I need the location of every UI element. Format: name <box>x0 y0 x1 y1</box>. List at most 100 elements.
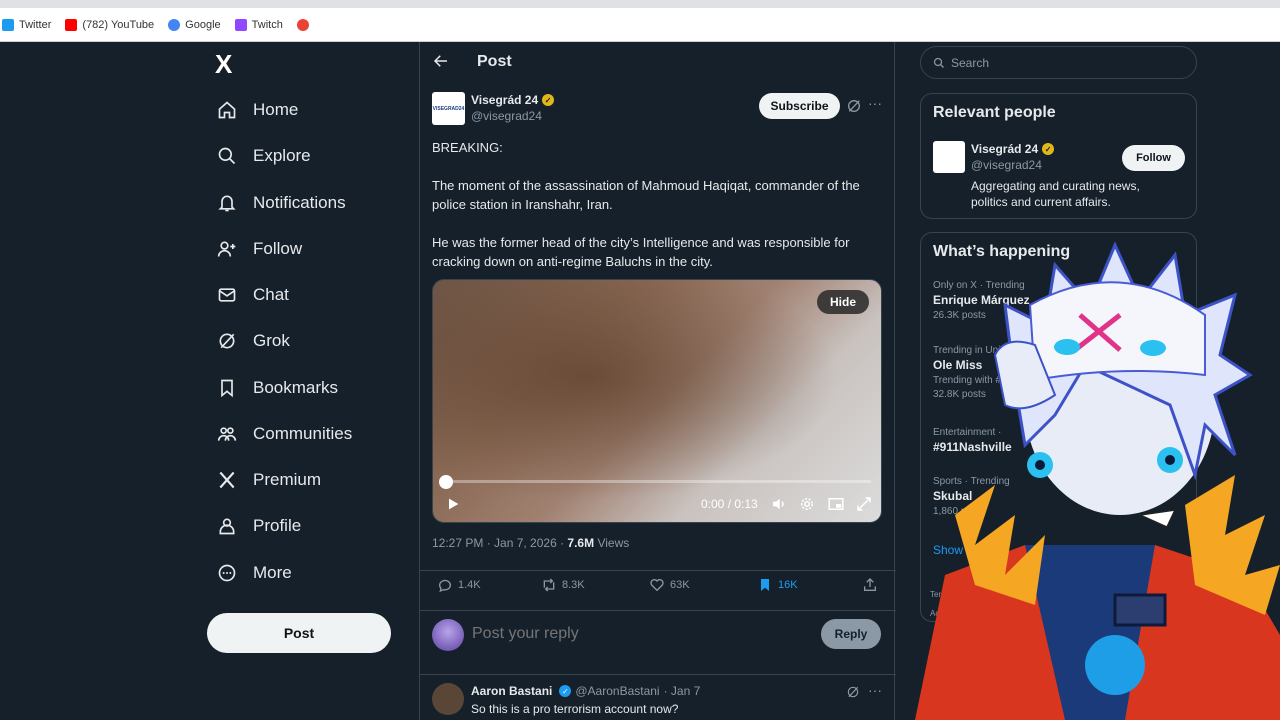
nav-item-chat[interactable]: Chat <box>215 279 289 311</box>
share-action[interactable] <box>862 577 883 593</box>
author-handle[interactable]: @visegrad24 <box>471 109 542 123</box>
bookmark-youtube[interactable]: (782) YouTube <box>65 18 155 31</box>
timestamp-text[interactable]: 12:27 PM · Jan 7, 2026 · <box>432 536 567 550</box>
repost-count: 8.3K <box>562 579 585 591</box>
views-count: 7.6M <box>567 536 595 550</box>
trend-item[interactable]: Sports · Trending Skubal 1,860 posts <box>933 476 1010 517</box>
bookmark-label: Twitter <box>19 18 52 31</box>
trend-name: Skubal <box>933 489 973 503</box>
bookmarks-bar: Twitter (782) YouTube Google Twitch <box>0 8 1280 42</box>
reply-action[interactable]: 1.4K <box>437 577 481 593</box>
settings-gear-icon[interactable] <box>798 495 816 513</box>
left-navigation: X Home Explore Notifications Follow Chat… <box>205 42 415 720</box>
repost-action[interactable]: 8.3K <box>541 577 585 593</box>
bookmark-google[interactable]: Google <box>168 18 221 31</box>
twitter-icon <box>2 18 14 31</box>
show-more-link[interactable]: Show m <box>933 543 976 557</box>
trend-count: 1,860 posts <box>933 506 985 517</box>
reply-tweet[interactable]: Aaron Bastani ✓ @AaronBastani · Jan 7 So… <box>420 674 896 720</box>
fullscreen-icon[interactable] <box>855 495 873 513</box>
repost-icon <box>543 578 555 592</box>
reply-date: · Jan 7 <box>663 684 701 698</box>
nav-item-home[interactable]: Home <box>215 94 298 126</box>
back-arrow-icon[interactable] <box>432 52 452 72</box>
tweet-paragraph: The moment of the assassination of Mahmo… <box>432 178 860 212</box>
subscribe-button[interactable]: Subscribe <box>759 93 840 119</box>
trend-name: #911Nashville <box>933 440 1012 454</box>
avatar[interactable] <box>432 683 464 715</box>
terms-link[interactable]: Terms of <box>930 590 961 599</box>
whats-happening-panel: What’s happening Only on X · Trending En… <box>920 232 1197 622</box>
trend-item[interactable]: Only on X · Trending Enrique Márquez 26.… <box>933 280 1030 321</box>
follow-button[interactable]: Follow <box>1122 145 1185 171</box>
author-name[interactable]: Visegrád 24 ✓ <box>471 93 555 107</box>
nav-item-explore[interactable]: Explore <box>215 140 311 172</box>
twitch-icon <box>234 18 247 31</box>
video-progress-bar[interactable] <box>445 480 871 483</box>
avatar[interactable] <box>933 141 965 173</box>
more-options-icon[interactable]: ··· <box>868 95 882 111</box>
nav-item-profile[interactable]: Profile <box>215 510 301 542</box>
hide-media-button[interactable]: Hide <box>817 290 869 314</box>
trend-count: 32.8K posts <box>933 389 986 400</box>
video-scrubber-handle[interactable] <box>439 475 453 489</box>
search-placeholder: Search <box>951 55 990 70</box>
bookmark-twitch[interactable]: Twitch <box>234 18 283 31</box>
video-frame <box>433 280 881 522</box>
bookmark-google-2[interactable] <box>296 18 314 31</box>
nav-label: Profile <box>253 516 302 535</box>
relevant-bio: Aggregating and curating news, politics … <box>971 179 1140 209</box>
bookmark-action[interactable]: 16K <box>757 577 798 593</box>
accessibility-link[interactable]: Accessib <box>930 609 962 618</box>
bookmark-label: Google <box>185 18 221 31</box>
bookmark-label: (782) YouTube <box>82 18 155 31</box>
grok-icon[interactable] <box>846 98 862 114</box>
bookmark-filled-icon <box>761 579 769 591</box>
verified-blue-icon: ✓ <box>559 685 572 697</box>
nav-item-communities[interactable]: Communities <box>215 418 352 450</box>
nav-label: Follow <box>253 239 303 258</box>
nav-item-bookmarks[interactable]: Bookmarks <box>215 372 338 404</box>
nav-item-more[interactable]: More <box>215 557 292 589</box>
trend-item[interactable]: Trending in United Ole Miss Trending wit… <box>933 345 1014 400</box>
bookmark-twitter[interactable]: Twitter <box>2 18 52 31</box>
nav-label: Communities <box>253 424 353 443</box>
picture-in-picture-icon[interactable] <box>827 495 845 513</box>
video-player[interactable]: Hide 0:00 / 0:13 <box>432 279 882 523</box>
reply-author-handle[interactable]: @AaronBastani <box>575 684 659 698</box>
reply-author-name[interactable]: Aaron Bastani <box>471 684 552 698</box>
grok-icon[interactable] <box>846 685 860 699</box>
home-icon <box>215 98 239 122</box>
post-button[interactable]: Post <box>207 613 391 653</box>
search-box[interactable]: Search <box>920 46 1197 79</box>
relevant-name[interactable]: Visegrád 24 ✓ <box>971 142 1055 156</box>
views-label: Views <box>594 536 630 550</box>
communities-icon <box>215 422 239 446</box>
nav-item-follow[interactable]: Follow <box>215 233 302 265</box>
video-time: 0:00 / 0:13 <box>701 497 758 511</box>
google-icon <box>168 18 181 31</box>
trend-name: Ole Miss <box>933 358 983 372</box>
reply-icon <box>439 579 451 593</box>
reply-count: 1.4K <box>458 579 481 591</box>
nav-item-premium[interactable]: Premium <box>215 464 321 496</box>
relevant-handle[interactable]: @visegrad24 <box>971 158 1042 172</box>
trend-item[interactable]: Entertainment · #911Nashville <box>933 427 1012 454</box>
play-icon[interactable] <box>445 496 461 512</box>
avatar-logo-text: VISEGRAD24 <box>432 105 465 112</box>
like-action[interactable]: 63K <box>649 577 690 593</box>
grok-icon <box>215 329 239 353</box>
reply-button[interactable]: Reply <box>821 619 881 649</box>
nav-item-grok[interactable]: Grok <box>215 325 290 357</box>
nav-item-notifications[interactable]: Notifications <box>215 187 346 219</box>
more-options-icon[interactable]: ··· <box>868 682 882 698</box>
volume-icon[interactable] <box>770 495 788 513</box>
person-icon <box>215 514 239 538</box>
verified-gold-icon: ✓ <box>1042 143 1055 155</box>
video-controls: 0:00 / 0:13 <box>433 492 881 522</box>
reply-input[interactable] <box>472 625 679 643</box>
nav-label: Explore <box>253 146 311 165</box>
avatar[interactable]: VISEGRAD24 <box>432 92 465 125</box>
trend-meta: Sports · Trending <box>933 476 1010 487</box>
x-logo-icon[interactable]: X <box>215 51 239 77</box>
